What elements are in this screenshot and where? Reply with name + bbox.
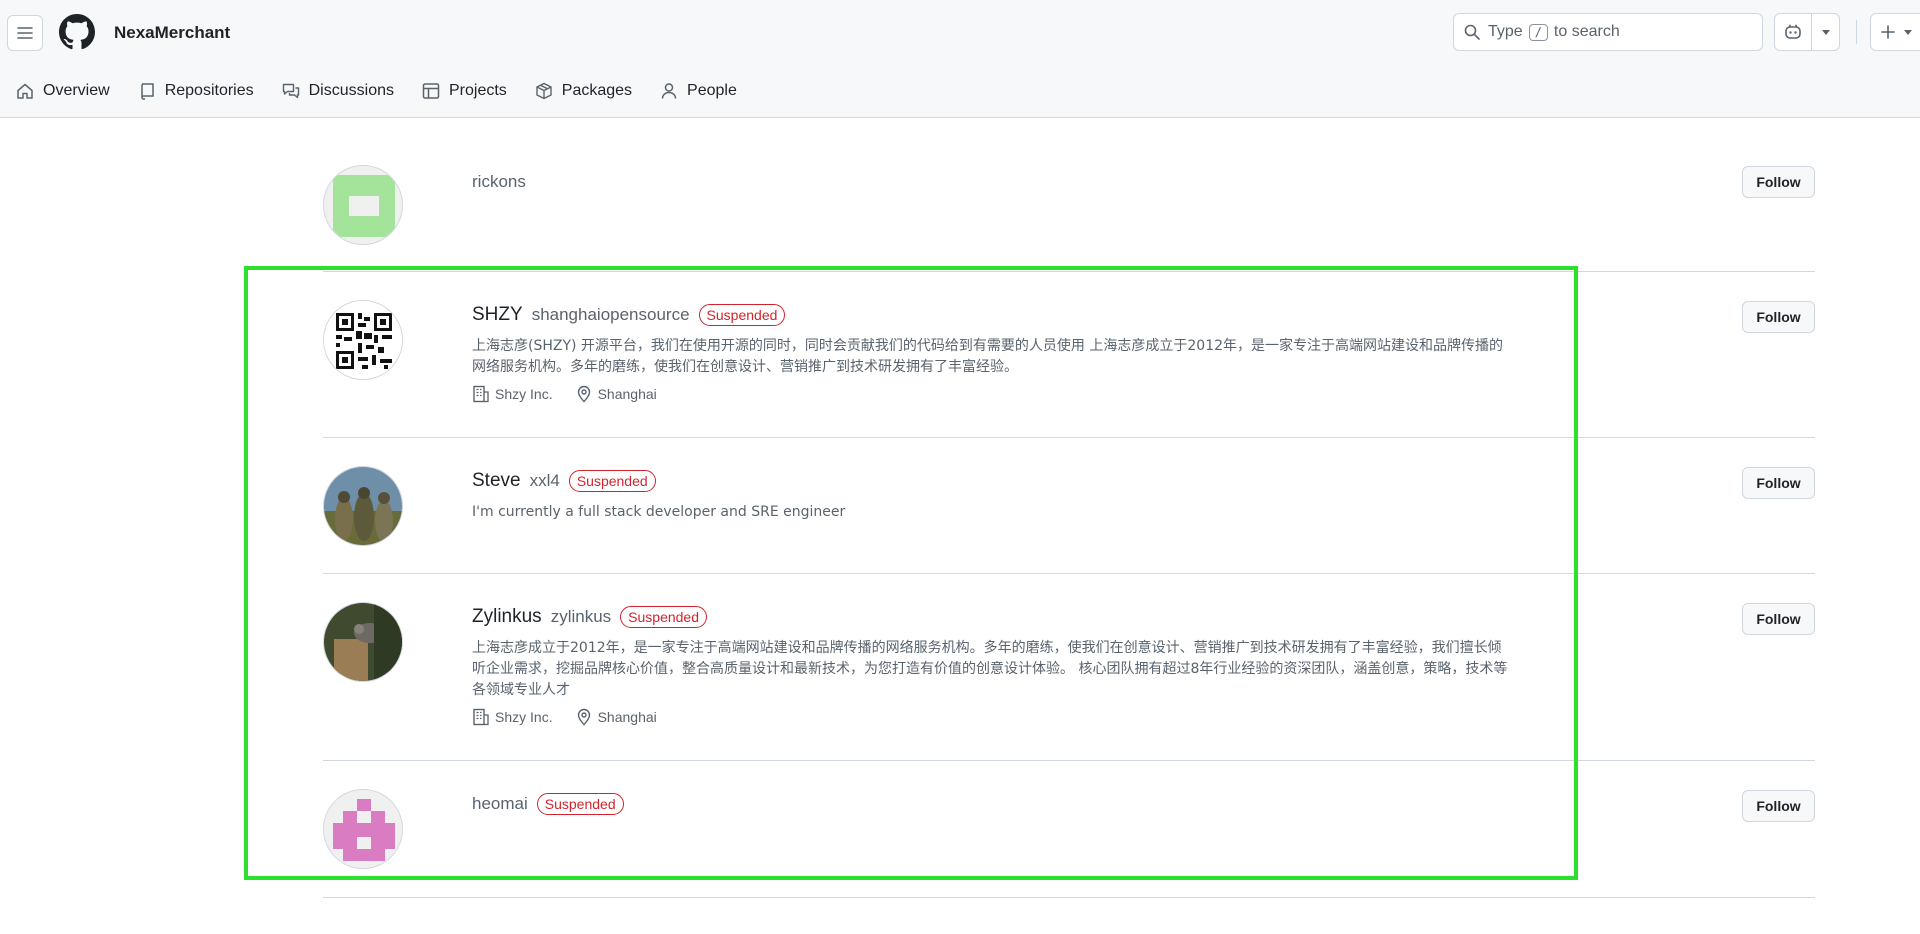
follow-button[interactable]: Follow — [1742, 790, 1815, 822]
avatar[interactable] — [323, 466, 403, 546]
package-icon — [536, 82, 552, 100]
follow-button[interactable]: Follow — [1742, 166, 1815, 198]
person-row: heomai Suspended Follow — [323, 761, 1815, 898]
tab-projects[interactable]: Projects — [414, 72, 519, 110]
person-bio: I'm currently a full stack developer and… — [472, 504, 846, 520]
avatar[interactable] — [323, 602, 403, 682]
avatar[interactable] — [323, 789, 403, 869]
tab-overview-label: Overview — [43, 82, 110, 99]
home-icon — [17, 83, 33, 99]
tab-people[interactable]: People — [652, 72, 749, 110]
triangle-down-icon — [1904, 30, 1912, 35]
tab-repositories-label: Repositories — [164, 82, 254, 99]
location-icon — [577, 385, 590, 403]
person-info: SHZY shanghaiopensource Suspended 上海志彦(S… — [472, 300, 1512, 403]
people-list: rickons Follow SHZY shanghaiopensource S… — [323, 119, 1815, 898]
person-login[interactable]: xxl4 — [530, 471, 560, 491]
person-row: Zylinkus zylinkus Suspended 上海志彦成立于2012年… — [323, 574, 1815, 761]
organization-icon — [473, 385, 489, 403]
person-login[interactable]: heomai — [472, 794, 528, 814]
copilot-icon — [1785, 24, 1801, 39]
suspended-badge: Suspended — [536, 793, 624, 815]
tab-discussions[interactable]: Discussions — [274, 72, 406, 110]
follow-button[interactable]: Follow — [1742, 603, 1815, 635]
header-divider — [1856, 20, 1857, 44]
person-login[interactable]: shanghaiopensource — [532, 305, 690, 325]
avatar[interactable] — [323, 165, 403, 245]
person-login[interactable]: rickons — [472, 172, 526, 192]
location-icon — [577, 708, 590, 726]
person-row: rickons Follow — [323, 119, 1815, 272]
qr-code-avatar — [324, 301, 402, 379]
person-login[interactable]: zylinkus — [551, 607, 611, 627]
person-info: rickons — [472, 167, 1512, 197]
photo-avatar — [324, 467, 402, 545]
person-location-label: Shanghai — [597, 709, 657, 725]
copilot-button[interactable] — [1775, 14, 1812, 50]
person-row: Steve xxl4 Suspended I'm currently a ful… — [323, 438, 1815, 574]
tab-people-label: People — [687, 82, 737, 99]
person-company: Shzy Inc. — [472, 385, 553, 403]
identicon-avatar — [324, 790, 402, 868]
person-location: Shanghai — [575, 708, 657, 726]
person-icon — [661, 83, 677, 99]
tab-packages-label: Packages — [561, 82, 633, 99]
person-display-name[interactable]: Steve — [472, 470, 521, 492]
tab-repositories[interactable]: Repositories — [130, 72, 266, 110]
create-new-button[interactable] — [1870, 13, 1920, 51]
identicon-avatar — [324, 166, 402, 244]
search-icon — [1464, 24, 1480, 40]
person-info: heomai Suspended — [472, 789, 1512, 819]
hamburger-icon — [17, 27, 33, 39]
tab-overview[interactable]: Overview — [8, 72, 122, 110]
suspended-badge: Suspended — [568, 470, 656, 492]
menu-button[interactable] — [7, 15, 43, 51]
person-info: Zylinkus zylinkus Suspended 上海志彦成立于2012年… — [472, 602, 1512, 726]
suspended-badge: Suspended — [698, 304, 786, 326]
suspended-badge: Suspended — [620, 606, 707, 628]
follow-button[interactable]: Follow — [1742, 301, 1815, 333]
tab-projects-label: Projects — [448, 82, 507, 99]
copilot-button-group — [1774, 13, 1840, 51]
search-shortcut-key: / — [1528, 23, 1548, 41]
photo-avatar — [324, 603, 402, 681]
plus-icon — [1881, 25, 1895, 39]
person-company-label: Shzy Inc. — [495, 386, 553, 402]
person-display-name[interactable]: Zylinkus — [472, 606, 542, 628]
avatar[interactable] — [323, 300, 403, 380]
person-company-label: Shzy Inc. — [495, 709, 553, 725]
github-logo-icon[interactable] — [59, 14, 95, 50]
person-location-label: Shanghai — [597, 386, 657, 402]
org-nav-tabs: Overview Repositories Discussions Projec… — [0, 72, 749, 118]
tab-discussions-label: Discussions — [308, 82, 394, 99]
repo-icon — [140, 83, 154, 100]
person-bio: 上海志彦成立于2012年，是一家专注于高端网站建设和品牌传播的网络服务机构。多年… — [472, 640, 1508, 698]
discussions-icon — [282, 83, 299, 99]
person-row: SHZY shanghaiopensource Suspended 上海志彦(S… — [323, 272, 1815, 438]
person-location: Shanghai — [575, 385, 657, 403]
tab-packages[interactable]: Packages — [527, 72, 644, 110]
search-prefix: Type — [1488, 23, 1523, 40]
person-display-name[interactable]: SHZY — [472, 304, 523, 326]
person-bio: 上海志彦(SHZY) 开源平台，我们在使用开源的同时，同时会贡献我们的代码给到有… — [472, 338, 1504, 375]
search-input[interactable]: Type / to search — [1453, 13, 1763, 51]
triangle-down-icon — [1821, 30, 1830, 35]
follow-button[interactable]: Follow — [1742, 467, 1815, 499]
person-company: Shzy Inc. — [472, 708, 553, 726]
search-suffix: to search — [1553, 23, 1620, 40]
table-icon — [422, 83, 440, 99]
organization-icon — [473, 708, 489, 726]
person-info: Steve xxl4 Suspended I'm currently a ful… — [472, 466, 1512, 523]
org-name[interactable]: NexaMerchant — [114, 21, 230, 45]
org-header: NexaMerchant Type / to search Overview R… — [0, 0, 1920, 118]
copilot-dropdown-button[interactable] — [1812, 14, 1839, 50]
